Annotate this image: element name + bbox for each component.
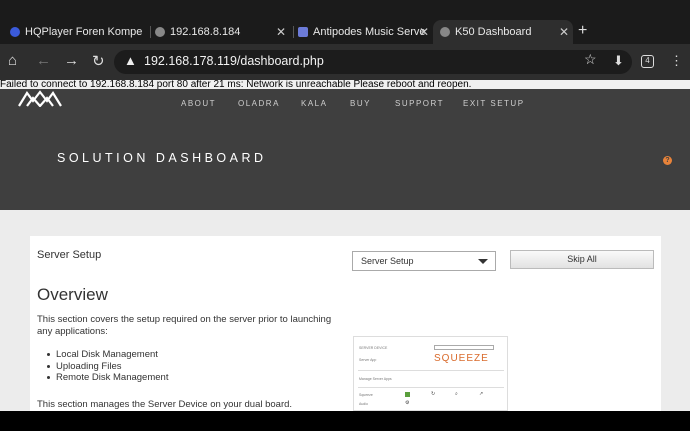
server-setup-thumbnail: SERVER DEVICE Server App SQUEEZE Manage … <box>353 336 508 411</box>
download-icon[interactable]: ⬇ <box>613 53 624 69</box>
external-link-icon: ↗ <box>479 391 484 397</box>
skip-all-button[interactable]: Skip All <box>510 250 654 269</box>
antipodes-logo-icon[interactable] <box>18 89 62 107</box>
url-text[interactable]: 192.168.178.119/dashboard.php <box>144 54 324 68</box>
antipodes-favicon-icon <box>298 27 308 37</box>
search-icon: ⌕ <box>455 391 458 397</box>
error-message: Failed to connect to 192.168.8.184 port … <box>0 80 690 89</box>
nav-exit-setup[interactable]: EXIT SETUP <box>463 99 525 108</box>
section-select[interactable]: Server Setup <box>352 251 496 271</box>
thumb-server-app: Server App <box>359 358 377 362</box>
page-content: ABOUT OLADRA KALA BUY SUPPORT EXIT SETUP… <box>0 89 690 411</box>
tab-hqplayer[interactable]: HQPlayer Foren Kompe <box>10 20 145 44</box>
tab-title: 192.168.8.184 <box>170 26 241 38</box>
thumb-row-squeeze: Squeeze <box>359 393 373 397</box>
intro-text: This section covers the setup required o… <box>37 314 332 337</box>
refresh-icon: ↻ <box>431 391 436 397</box>
tab-bar: HQPlayer Foren Kompe 192.168.8.184 ✕ Ant… <box>0 0 690 44</box>
overview-heading: Overview <box>37 285 108 304</box>
tab-title: K50 Dashboard <box>455 26 532 38</box>
server-setup-panel: Server Setup Server Setup Skip All Overv… <box>30 236 661 411</box>
tab-antipodes[interactable]: Antipodes Music Server ✕ <box>298 20 433 44</box>
chevron-down-icon <box>478 259 488 264</box>
squeeze-logo: SQUEEZE <box>434 353 489 364</box>
star-icon[interactable]: ☆ <box>584 51 597 68</box>
list-item: Remote Disk Management <box>47 372 168 384</box>
browser-toolbar: ⌂ ← → ↻ ▲ 192.168.178.119/dashboard.php … <box>0 44 690 80</box>
menu-icon[interactable]: ⋮ <box>670 53 683 69</box>
page-title: SOLUTION DASHBOARD <box>57 151 267 165</box>
tab-192-168-8-184[interactable]: 192.168.8.184 ✕ <box>155 20 290 44</box>
forward-icon[interactable]: → <box>64 52 79 69</box>
nav-support[interactable]: SUPPORT <box>395 99 444 108</box>
close-tab-icon[interactable]: ✕ <box>276 25 286 39</box>
nav-oladra[interactable]: OLADRA <box>238 99 280 108</box>
back-icon[interactable]: ← <box>36 52 51 69</box>
list-item: Uploading Files <box>47 361 168 373</box>
nav-about[interactable]: ABOUT <box>181 99 216 108</box>
gear-icon: ⚙ <box>405 400 410 406</box>
footer-text: This section manages the Server Device o… <box>37 399 293 410</box>
bottom-bar <box>0 411 690 431</box>
close-tab-icon[interactable]: ✕ <box>559 25 569 39</box>
check-icon <box>405 392 410 397</box>
address-bar[interactable]: ▲ 192.168.178.119/dashboard.php <box>114 50 632 74</box>
not-secure-icon[interactable]: ▲ <box>124 53 137 68</box>
hero-header: ABOUT OLADRA KALA BUY SUPPORT EXIT SETUP… <box>0 89 690 210</box>
setup-list: Local Disk Management Uploading Files Re… <box>47 349 168 384</box>
new-tab-button[interactable]: + <box>578 22 587 40</box>
thumb-server-device: SERVER DEVICE <box>359 346 388 350</box>
help-icon[interactable]: ? <box>663 156 672 165</box>
reload-icon[interactable]: ↻ <box>92 52 105 70</box>
list-item: Local Disk Management <box>47 349 168 361</box>
thumb-manage: Manage Server Apps <box>359 377 392 381</box>
nav-kala[interactable]: KALA <box>301 99 327 108</box>
tab-title: HQPlayer Foren Kompe <box>25 26 143 38</box>
thumb-row-audio: Audio <box>359 402 368 406</box>
globe-favicon-icon <box>155 27 165 37</box>
globe-favicon-icon <box>440 27 450 37</box>
panel-title: Server Setup <box>37 249 102 261</box>
close-tab-icon[interactable]: ✕ <box>419 25 429 39</box>
nav-buy[interactable]: BUY <box>350 99 371 108</box>
tab-count[interactable]: 4 <box>641 55 654 68</box>
forum-favicon-icon <box>10 27 20 37</box>
select-value: Server Setup <box>361 256 414 266</box>
tab-k50-dashboard[interactable]: K50 Dashboard ✕ <box>433 20 573 44</box>
tab-title: Antipodes Music Server <box>313 26 425 38</box>
home-icon[interactable]: ⌂ <box>8 52 17 69</box>
thumb-select <box>434 345 494 350</box>
